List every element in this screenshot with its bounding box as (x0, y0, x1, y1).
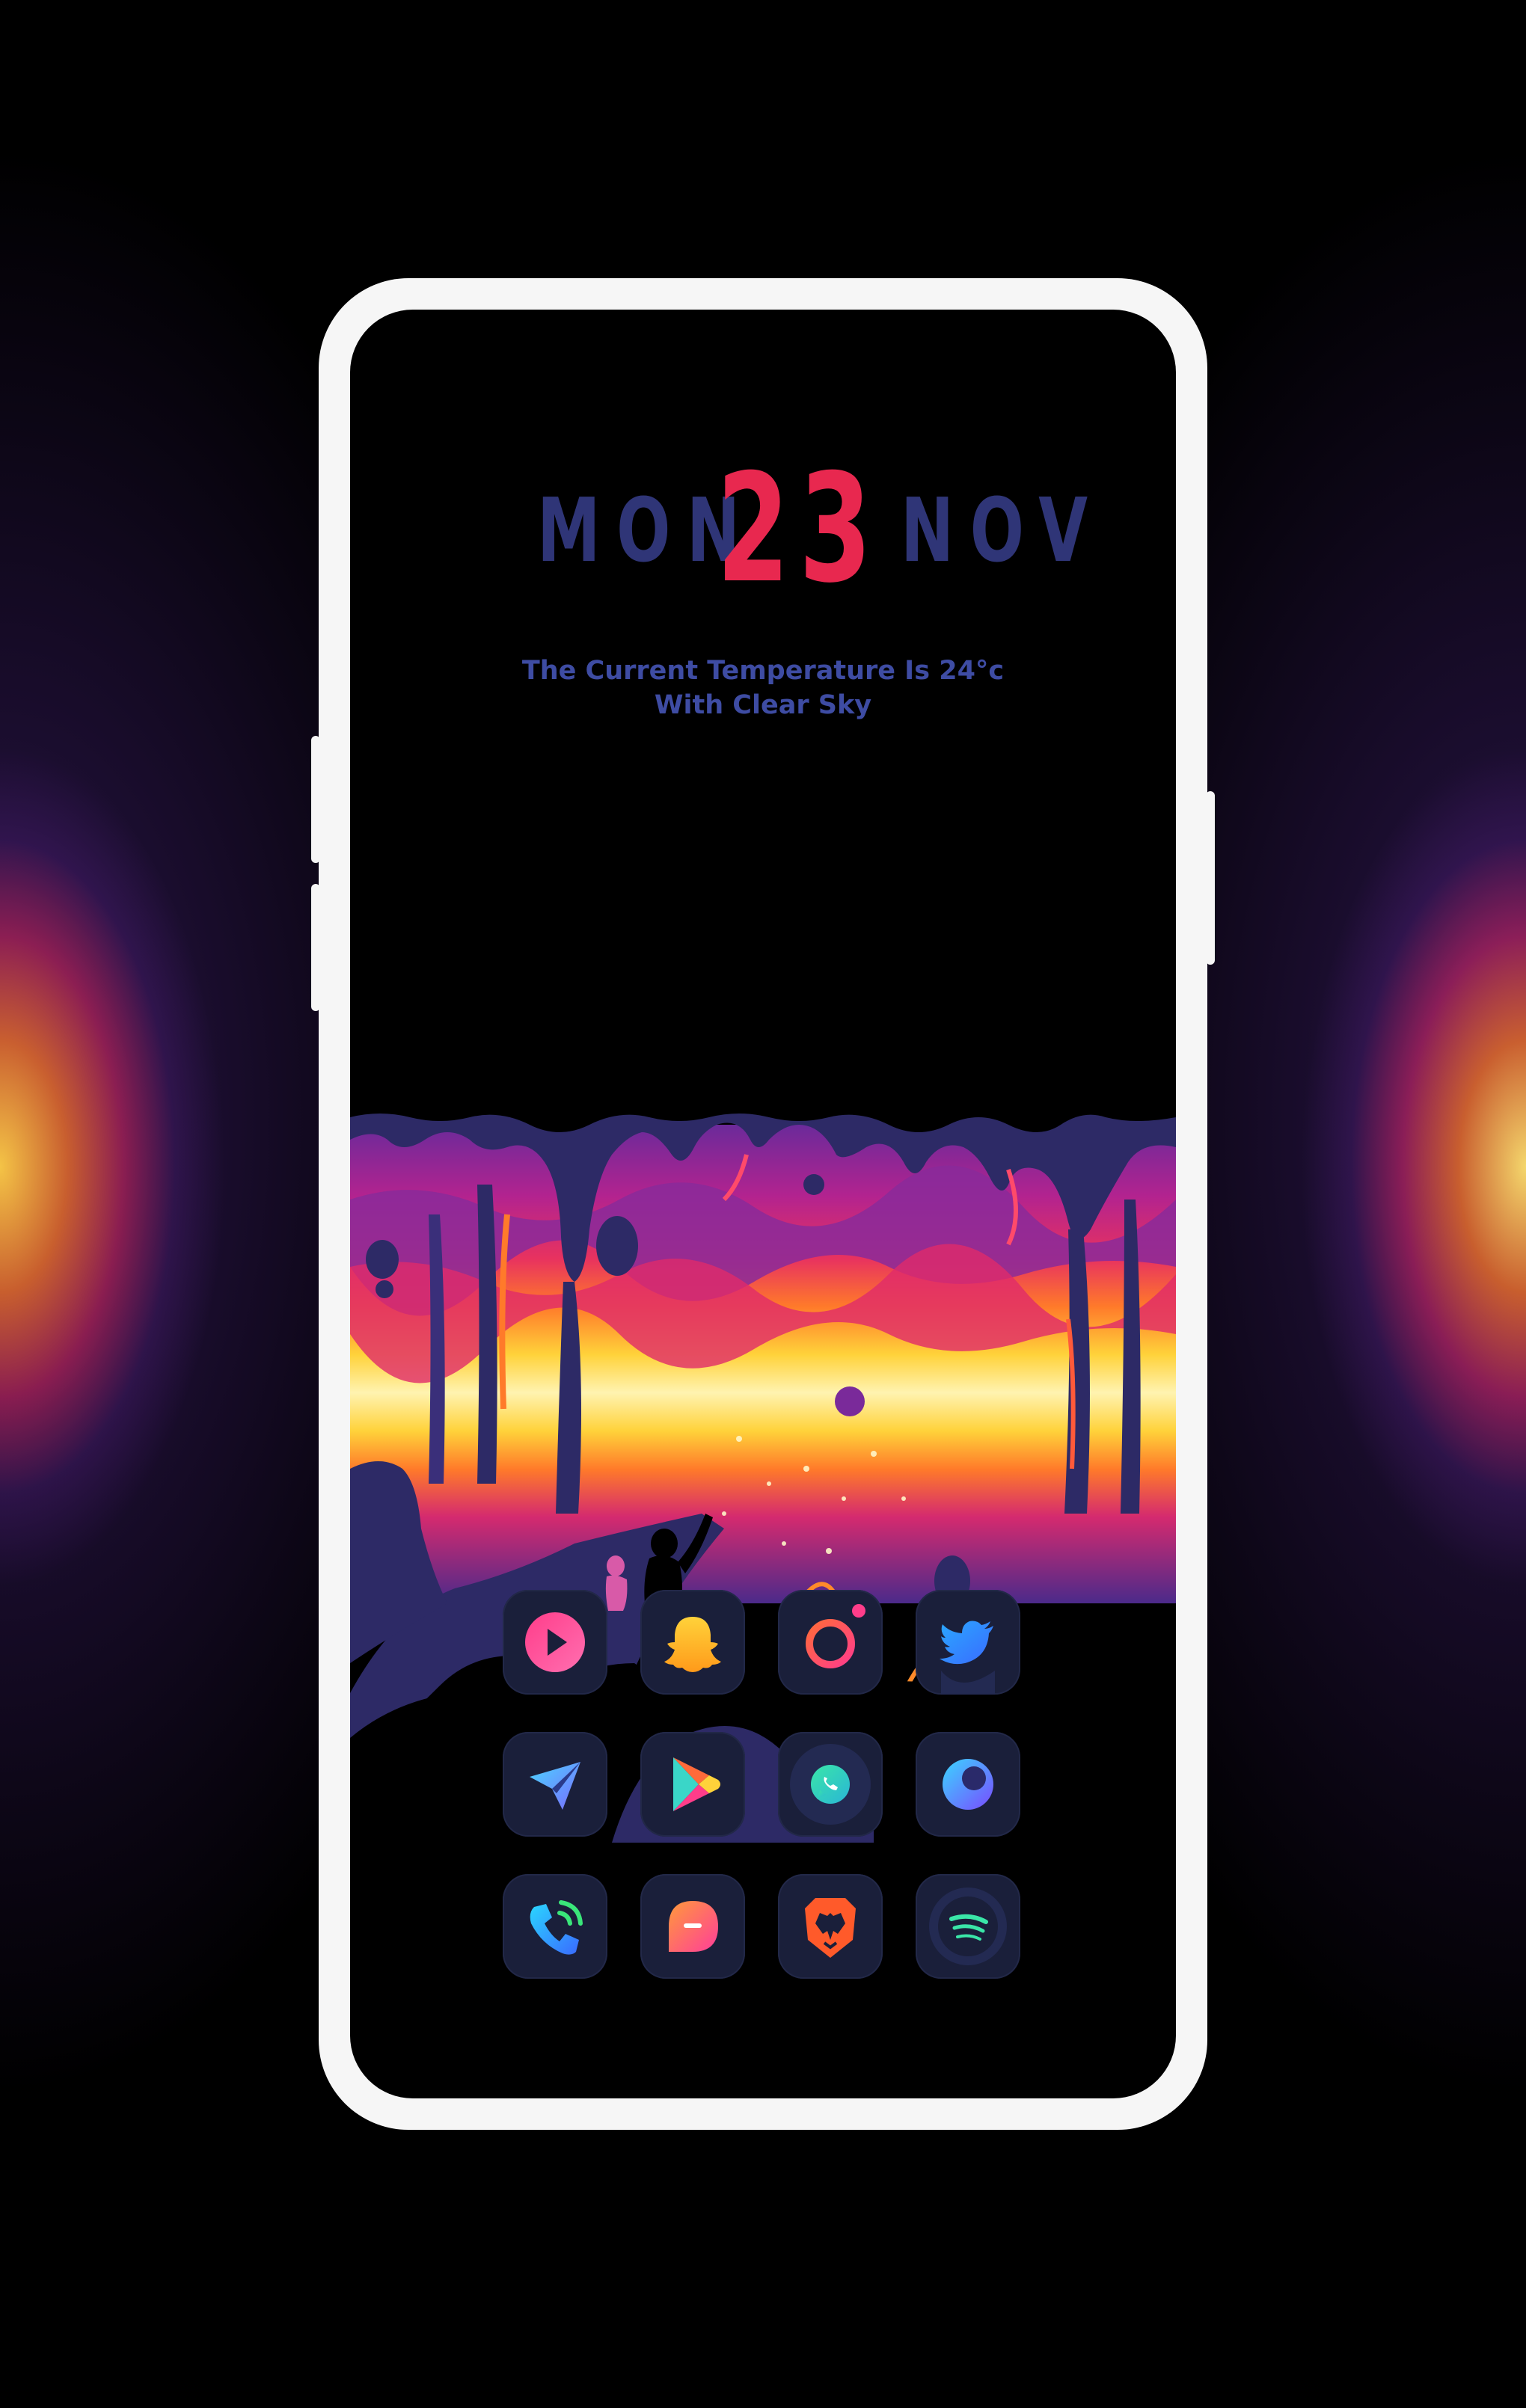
phone-frame: MON 23 NOV The Current Temperature Is 24… (311, 278, 1215, 2130)
whatsapp-icon (790, 1744, 871, 1825)
telegram-send-icon (530, 1762, 580, 1810)
app-messages[interactable] (640, 1874, 745, 1979)
weather-line-1: The Current Temperature Is 24°c (521, 656, 1005, 686)
clock-month: NOV (901, 479, 1104, 582)
camera-icon (806, 1604, 865, 1668)
app-browser[interactable] (916, 1732, 1020, 1837)
snapchat-icon (664, 1617, 721, 1672)
wallpaper-illustration (350, 1095, 1176, 1843)
app-brave[interactable] (778, 1874, 883, 1979)
messages-icon (669, 1901, 718, 1952)
app-youtube[interactable] (503, 1590, 607, 1695)
app-play-store[interactable] (640, 1732, 745, 1837)
app-twitter[interactable] (916, 1590, 1020, 1695)
clock-day: 23 (717, 442, 882, 616)
phone-side-button (311, 736, 320, 863)
app-spotify[interactable] (916, 1874, 1020, 1979)
play-store-icon (673, 1757, 720, 1811)
app-phone[interactable] (503, 1874, 607, 1979)
app-telegram[interactable] (503, 1732, 607, 1837)
date-widget[interactable]: MON 23 NOV (350, 455, 1176, 609)
phone-side-button (311, 884, 320, 1011)
app-snapchat[interactable] (640, 1590, 745, 1695)
spotify-icon (929, 1888, 1007, 1965)
youtube-play-icon (525, 1612, 585, 1672)
app-camera[interactable] (778, 1590, 883, 1695)
twitter-icon (940, 1621, 995, 1695)
phone-icon (530, 1900, 583, 1955)
browser-icon (943, 1759, 993, 1810)
phone-side-button (1206, 791, 1215, 965)
home-screen: MON 23 NOV The Current Temperature Is 24… (350, 310, 1176, 2098)
brave-lion-icon (805, 1898, 856, 1958)
app-whatsapp[interactable] (778, 1732, 883, 1837)
weather-widget[interactable]: The Current Temperature Is 24°c With Cle… (350, 654, 1176, 722)
weather-line-2: With Clear Sky (654, 690, 872, 720)
